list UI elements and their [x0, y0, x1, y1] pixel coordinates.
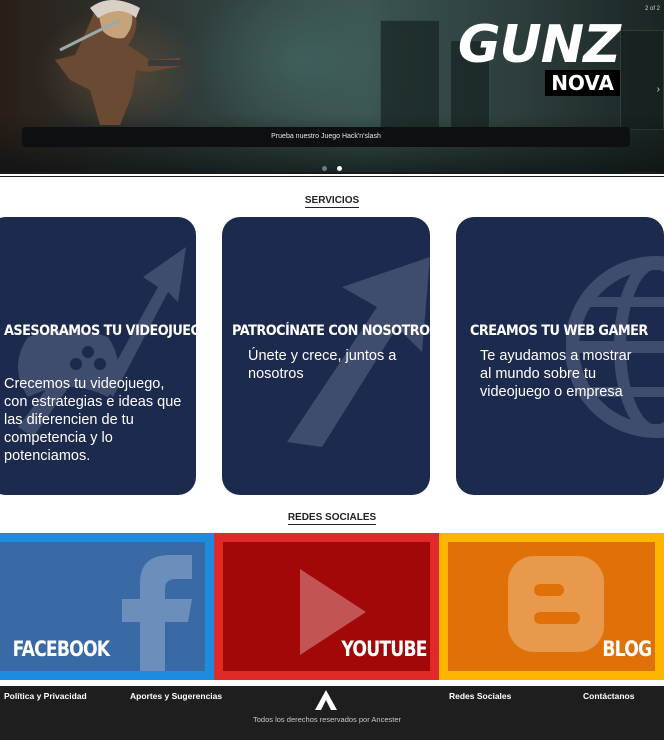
logo-sub-text: NOVA	[545, 70, 620, 96]
social-heading: REDES SOCIALES	[287, 512, 377, 525]
social-youtube-tile[interactable]: YOUTUBE	[214, 533, 439, 680]
service-card-web[interactable]: CREAMOS TU WEB GAMER Te ayudamos a mostr…	[456, 217, 664, 495]
footer-link-privacy[interactable]: Política y Privacidad	[4, 691, 87, 701]
footer: Política y Privacidad Aportes y Sugerenc…	[0, 686, 664, 740]
facebook-label: FACEBOOK	[12, 637, 111, 661]
social-facebook-tile[interactable]: FACEBOOK	[0, 533, 214, 680]
youtube-panel: YOUTUBE	[223, 542, 430, 671]
social-blog-tile[interactable]: BLOG	[439, 533, 664, 680]
service-card-title: CREAMOS TU WEB GAMER	[470, 323, 648, 339]
services-heading: SERVICIOS	[304, 195, 360, 208]
service-card-title: PATROCÍNATE CON NOSOTROS	[232, 323, 430, 339]
footer-link-social[interactable]: Redes Sociales	[449, 691, 511, 701]
hero-slider[interactable]: GUNZ NOVA 2 of 2 › Prueba nuestro Juego …	[0, 0, 664, 174]
slide-dot-active[interactable]	[337, 166, 342, 171]
service-card-text: Crecemos tu videojuego, con estrategias …	[4, 376, 182, 464]
hero-divider	[0, 172, 664, 174]
warrior-figure-image	[55, 0, 188, 125]
gunz-nova-logo[interactable]: GUNZ NOVA	[444, 15, 621, 96]
blog-label: BLOG	[602, 637, 653, 661]
footer-link-contact[interactable]: Contáctanos	[583, 691, 634, 701]
blogger-icon	[508, 556, 604, 652]
service-card-text: Únete y crece, juntos a nosotros	[248, 348, 397, 382]
slide-caption[interactable]: Prueba nuestro Juego Hack'n'slash	[22, 127, 630, 147]
service-card-title: ASESORAMOS TU VIDEOJUEGO	[4, 323, 196, 339]
service-card-text: Te ayudamos a mostrar al mundo sobre tu …	[480, 348, 632, 400]
facebook-icon	[122, 555, 192, 671]
slide-counter: 2 of 2	[644, 6, 660, 12]
next-slide-arrow[interactable]: ›	[657, 84, 660, 95]
footer-copyright: Todos los derechos reservados por Ancest…	[253, 715, 401, 724]
service-card-advice[interactable]: ASESORAMOS TU VIDEOJUEGO Crecemos tu vid…	[0, 217, 196, 495]
youtube-label: YOUTUBE	[341, 637, 427, 661]
ancester-logo-icon[interactable]	[315, 690, 337, 710]
blog-panel: BLOG	[448, 542, 655, 671]
footer-link-suggestions[interactable]: Aportes y Sugerencias	[130, 691, 222, 701]
logo-main-text: GUNZ	[457, 15, 621, 75]
facebook-panel: FACEBOOK	[0, 542, 205, 671]
service-card-sponsor[interactable]: PATROCÍNATE CON NOSOTROS Únete y crece, …	[222, 217, 430, 495]
hero-divider-line	[0, 176, 664, 177]
slide-dot[interactable]	[322, 166, 327, 171]
